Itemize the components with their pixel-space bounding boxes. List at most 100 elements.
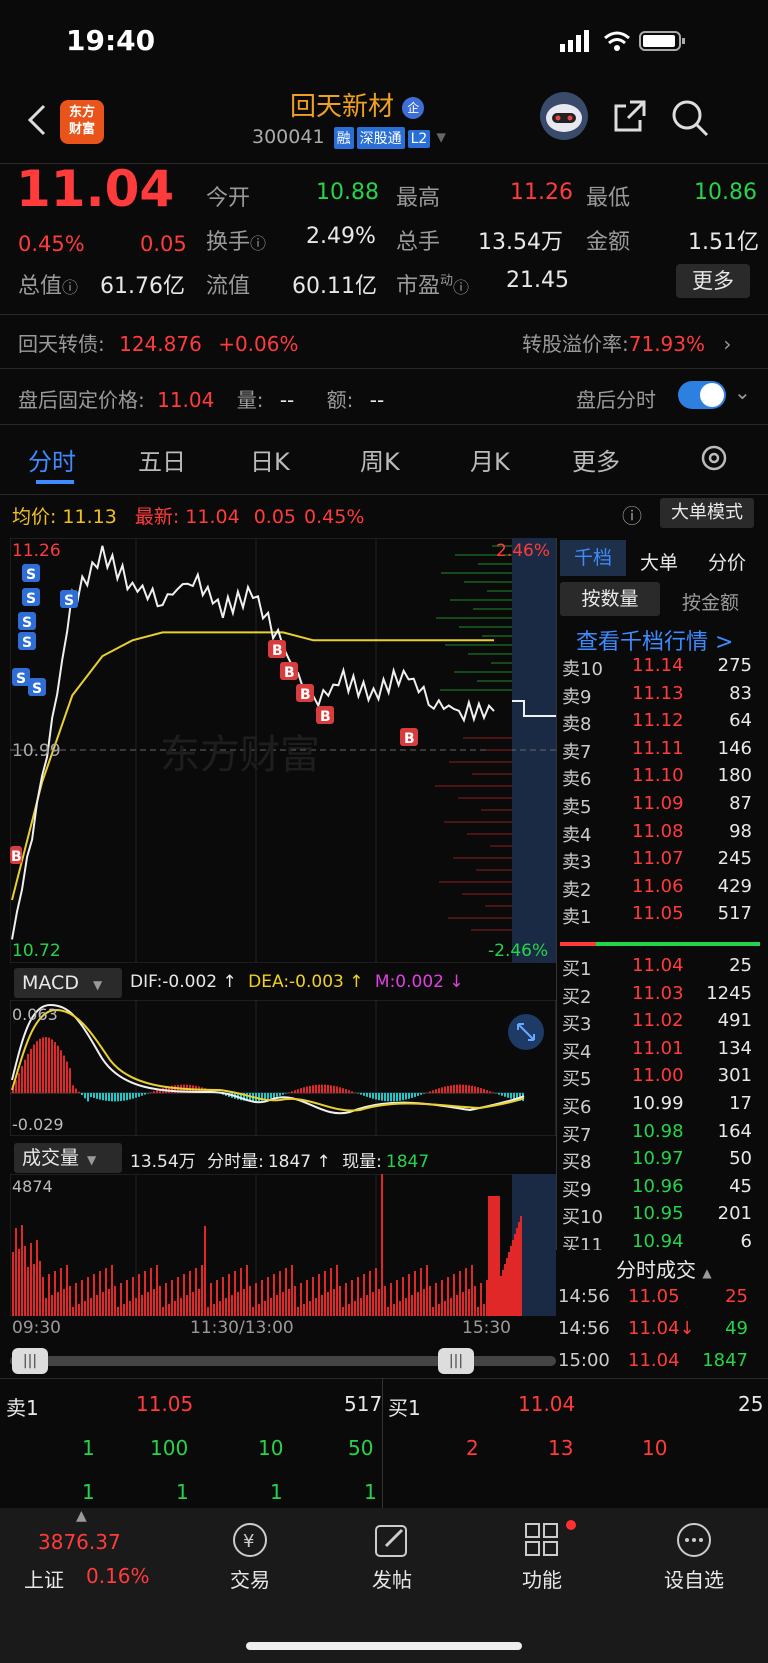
volume-bar [147,1292,149,1316]
ask-row[interactable]: 卖2 11.06 429 [560,876,760,903]
ask-row[interactable]: 卖1 11.05 517 [560,903,760,930]
index-name[interactable]: 上证 [24,1564,64,1593]
volume-bar [330,1268,332,1316]
macd-bar [387,1093,389,1102]
macd-bar [141,1093,143,1096]
bid-row[interactable]: 买6 10.99 17 [560,1093,760,1120]
tag-connect: 深股通 [356,127,405,149]
index-value[interactable]: 3876.37 [38,1530,121,1554]
info-icon: ⓘ [250,234,267,253]
macd-bar [306,1086,308,1093]
gear-icon[interactable] [698,442,730,478]
macd-bar [327,1084,329,1093]
volume-bar [387,1307,389,1316]
macd-bar [102,1093,104,1101]
macd-bar [432,1090,434,1093]
bid-row[interactable]: 买1 11.04 25 [560,955,760,982]
tab-monthly-k[interactable]: 月K [470,442,510,477]
view-depth-link[interactable]: 查看千档行情 > [576,624,733,656]
macd-bar [144,1093,146,1095]
help-icon[interactable]: ⓘ [622,500,642,529]
watchlist-nav[interactable]: 设自选 [652,1520,736,1593]
tab-depth[interactable]: 千档 [560,540,626,576]
volume-bar [258,1304,260,1316]
tab-more[interactable]: 更多 [572,442,620,477]
macd-bar [345,1089,347,1093]
ask-row[interactable]: 卖4 11.08 98 [560,821,760,848]
search-icon[interactable] [670,98,710,142]
macd-bar [441,1087,443,1093]
index-pct[interactable]: 0.16% [86,1564,150,1588]
volume-bar [108,1289,110,1316]
bid-row[interactable]: 买5 11.00 301 [560,1065,760,1092]
robot-avatar-icon[interactable] [540,92,588,140]
volume-bar [312,1277,314,1316]
volume-bar [512,1240,514,1316]
volume-bar [339,1286,341,1316]
share-icon[interactable] [610,98,648,140]
macd-bar [384,1093,386,1102]
back-icon[interactable] [22,100,52,140]
macd-bar [504,1093,506,1097]
macd-bar [69,1068,71,1093]
function-nav[interactable]: 功能 [510,1520,576,1593]
bid-row[interactable]: 买4 11.01 134 [560,1038,760,1065]
more-dots-icon [677,1523,711,1557]
app-logo: 东方 财富 [60,100,104,144]
stock-name[interactable]: 回天新材 企 [290,86,425,123]
bid-row[interactable]: 买10 10.95 201 [560,1203,760,1230]
trade-nav[interactable]: ¥ 交易 [218,1520,282,1593]
macd-bar [483,1089,485,1093]
macd-bar [462,1084,464,1093]
macd-bar [396,1093,398,1102]
volume-chart[interactable]: 4874 [10,1174,556,1316]
bid-row[interactable]: 买2 11.03 1245 [560,983,760,1010]
tab-five-day[interactable]: 五日 [138,442,186,477]
total-hands-value: 13.54万 [478,230,563,255]
big-order-mode-button[interactable]: 大单模式 [660,498,754,528]
volume-bar [150,1268,152,1316]
by-quantity-button[interactable]: 按数量 [560,582,660,616]
macd-bar [468,1085,470,1093]
tab-price-dist[interactable]: 分价 [708,548,746,575]
ask-row[interactable]: 卖10 11.14 275 [560,655,760,682]
tab-weekly-k[interactable]: 周K [360,442,400,477]
by-amount-button[interactable]: 按金额 [682,588,739,615]
bid-row[interactable]: 买7 10.98 164 [560,1121,760,1148]
range-handle-left[interactable]: ||| [12,1348,48,1374]
volume-bar [486,1280,488,1316]
volume-bar [123,1304,125,1316]
bid-row[interactable]: 买9 10.96 45 [560,1176,760,1203]
chevron-down-icon[interactable]: ⌄ [734,380,751,404]
tab-intraday[interactable]: 分时 [28,442,76,477]
pe-value: 21.45 [506,268,569,293]
range-slider[interactable] [10,1356,556,1366]
more-button[interactable]: 更多 [676,264,750,298]
ask-row[interactable]: 卖7 11.11 146 [560,738,760,765]
range-handle-right[interactable]: ||| [438,1348,474,1374]
bid-row[interactable]: 买3 11.02 491 [560,1010,760,1037]
intraday-chart[interactable]: 东方财富 11.26 2.46% 10.99 10.72 -2.46% S S … [10,538,556,963]
ask-row[interactable]: 卖5 11.09 87 [560,793,760,820]
volume-bar [411,1295,413,1316]
tab-daily-k[interactable]: 日K [250,442,290,477]
volume-bar [438,1304,440,1316]
tab-big-order[interactable]: 大单 [640,548,678,575]
post-nav[interactable]: 发帖 [360,1520,424,1593]
ask-row[interactable]: 卖3 11.07 245 [560,848,760,875]
ticks-title[interactable]: 分时成交 ▲ [616,1254,712,1283]
tick-row: 15:00 11.04 1847 [558,1350,748,1371]
volume-bar [516,1228,518,1316]
bond-row[interactable]: 回天转债: 124.876 +0.06% [18,328,298,357]
volume-selector[interactable]: 成交量 ▼ [14,1143,122,1173]
after-hours-toggle[interactable] [678,381,726,409]
ask-row[interactable]: 卖6 11.10 180 [560,765,760,792]
premium-row[interactable]: 转股溢价率:71.93% › [522,328,731,357]
macd-selector[interactable]: MACD ▼ [14,968,122,998]
ask-row[interactable]: 卖9 11.13 83 [560,683,760,710]
bid-row[interactable]: 买8 10.97 50 [560,1148,760,1175]
ask-row[interactable]: 卖8 11.12 64 [560,710,760,737]
macd-chart[interactable]: 0.063 -0.029 [10,1000,556,1136]
volume-bar [333,1289,335,1316]
volume-bar [33,1264,35,1316]
